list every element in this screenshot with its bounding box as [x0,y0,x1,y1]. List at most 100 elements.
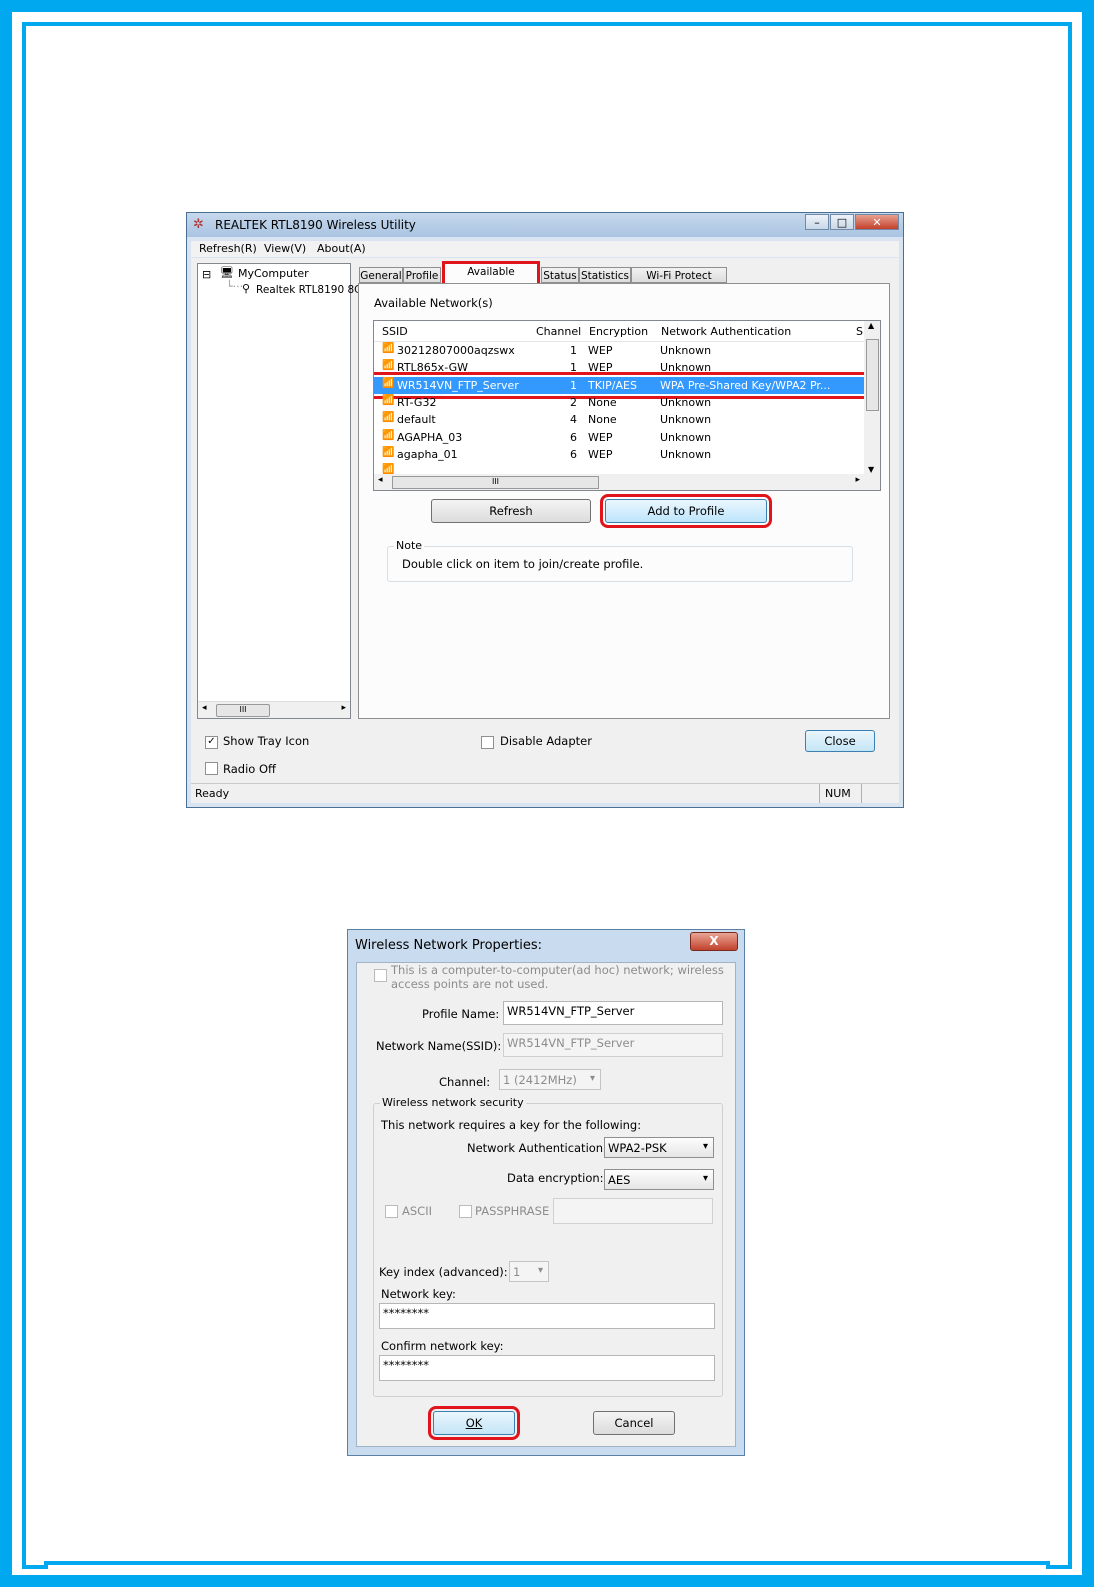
list-scroll-left-icon[interactable]: ◂ [378,475,383,485]
encryption-dropdown-icon: ▾ [702,1173,708,1184]
row-channel: 1 [570,378,577,392]
close-window-button[interactable]: ✕ [855,214,899,230]
network-list[interactable]: SSID Channel Encryption Network Authenti… [373,320,881,491]
window-title: REALTEK RTL8190 Wireless Utility [215,218,416,232]
network-authentication-value: WPA2-PSK [608,1141,667,1155]
row-channel: 4 [570,413,577,427]
minimize-button[interactable]: – [805,214,829,230]
ascii-label: ASCII [402,1204,432,1218]
confirm-network-key-label: Confirm network key: [381,1339,504,1353]
row-encryption: TKIP/AES [588,378,637,392]
realtek-app-icon: ✲ [193,217,204,232]
radio-off-checkbox[interactable] [205,762,218,775]
list-hscroll-thumb[interactable]: III [392,476,599,489]
device-tree[interactable]: ⊟ 🖥 MyComputer └··· ⚲ Realtek RTL8190 8C… [197,263,362,719]
show-tray-icon-checkbox[interactable]: ✓ [205,736,218,749]
disable-adapter-label: Disable Adapter [500,734,592,748]
key-index-value: 1 [513,1265,521,1279]
scroll-up-arrow-icon[interactable]: ▲ [868,321,874,330]
row-ssid: RTL865x-GW [397,361,468,375]
row-ssid: WR514VN_FTP_Server [397,378,519,392]
column-encryption[interactable]: Encryption [589,325,648,338]
data-encryption-select[interactable]: AES ▾ [604,1169,714,1190]
title-bar[interactable]: ✲ REALTEK RTL8190 Wireless Utility – □ ✕ [187,213,903,237]
tree-item-adapter[interactable]: Realtek RTL8190 8C [256,284,362,296]
confirm-network-key-input[interactable]: ******** [379,1355,715,1381]
cancel-button[interactable]: Cancel [593,1411,675,1435]
tree-item-mycomputer[interactable]: MyComputer [238,267,309,280]
row-auth: Unknown [660,430,712,444]
passphrase-label: PASSPHRASE [475,1204,550,1218]
row-auth: Unknown [660,395,712,409]
note-group: Note Double click on item to join/create… [387,539,853,582]
page-frame-corner-tl [22,22,48,48]
note-title: Note [394,539,425,552]
tree-scroll-thumb[interactable]: III [216,704,270,717]
network-row[interactable]: 📶 default 4 None Unknown [374,411,864,428]
network-row[interactable]: 📶 RTL865x-GW 1 WEP Unknown [374,359,864,376]
key-index-select[interactable]: 1 ▾ [509,1261,549,1282]
close-button[interactable]: Close [805,730,875,752]
network-row[interactable]: 📶 WR514VN_FTP_Server 1 TKIP/AES WPA Pre-Shar… [374,371,869,399]
column-s[interactable]: S [856,325,863,338]
row-encryption: WEP [588,447,613,461]
refresh-button[interactable]: Refresh [431,499,591,523]
page-frame-inner-right [1068,44,1072,1543]
tab-statistics[interactable]: Statistics [579,267,631,283]
list-horizontal-scrollbar[interactable]: ◂ III ▸ [374,474,880,490]
page-frame-inner-top [44,22,1050,26]
passphrase-checkbox[interactable] [459,1205,472,1218]
menu-view[interactable]: View(V) [264,242,306,255]
list-vertical-scrollbar[interactable]: ▲ ▼ [864,321,880,474]
scroll-right-arrow-icon[interactable]: ▸ [341,703,346,713]
dialog-close-button[interactable]: X [690,932,738,951]
column-channel[interactable]: Channel [536,325,581,338]
row-auth: Unknown [660,413,712,427]
wireless-signal-icon: 📶 [382,343,395,354]
channel-select[interactable]: 1 (2412MHz) ▾ [499,1069,601,1090]
profile-name-input[interactable]: WR514VN_FTP_Server [503,1001,723,1025]
network-row[interactable]: 📶 agapha_01 6 WEP Unknown [374,446,864,463]
network-row[interactable]: 📶 RT-G32 2 None Unknown [374,394,864,411]
show-tray-icon-label: Show Tray Icon [223,734,310,748]
row-channel: 2 [570,395,577,409]
page-frame-left [0,0,12,1587]
column-ssid[interactable]: SSID [382,325,408,338]
tab-general[interactable]: General [359,267,403,283]
scroll-down-arrow-icon[interactable]: ▼ [868,465,874,474]
status-bar: Ready NUM [191,783,899,803]
row-channel: 6 [570,430,577,444]
menu-about[interactable]: About(A) [317,242,366,255]
wireless-signal-icon: 📶 [382,412,395,424]
profile-name-label: Profile Name: [422,1007,500,1021]
tab-wifi-protect-setup[interactable]: Wi-Fi Protect Setup [631,267,727,298]
menu-refresh[interactable]: Refresh(R) [199,242,257,255]
network-authentication-select[interactable]: WPA2-PSK ▾ [604,1137,714,1158]
tab-available-network[interactable]: Available Network [442,261,540,294]
tab-profile[interactable]: Profile [403,267,441,283]
data-encryption-value: AES [608,1173,631,1187]
list-vscroll-thumb[interactable] [866,339,879,411]
page-frame-bottom [0,1575,1094,1587]
tree-collapse-icon[interactable]: ⊟ [202,268,211,281]
wireless-network-properties-dialog: Wireless Network Properties: X This is a… [347,929,745,1456]
add-to-profile-button[interactable]: Add to Profile [600,494,772,528]
ok-button[interactable]: OK [428,1406,520,1440]
scroll-left-arrow-icon[interactable]: ◂ [202,703,207,713]
adhoc-checkbox[interactable] [374,969,387,982]
passphrase-input[interactable] [553,1198,713,1224]
wireless-signal-icon: 📶 [382,360,395,372]
network-row[interactable]: 📶 30212807000aqzswx 1 WEP Unknown [374,342,864,359]
network-key-input[interactable]: ******** [379,1303,715,1329]
tab-status[interactable]: Status [541,267,579,283]
dialog-title-bar[interactable]: Wireless Network Properties: X [348,930,744,960]
network-name-input[interactable]: WR514VN_FTP_Server [503,1033,723,1057]
ascii-checkbox[interactable] [385,1205,398,1218]
list-header: SSID Channel Encryption Network Authenti… [374,321,864,342]
maximize-button[interactable]: □ [830,214,854,230]
disable-adapter-checkbox[interactable] [481,736,494,749]
list-scroll-right-icon[interactable]: ▸ [855,475,860,485]
column-network-authentication[interactable]: Network Authentication [661,325,791,338]
tree-horizontal-scrollbar[interactable]: ◂ III ▸ [198,701,350,718]
network-row[interactable]: 📶 AGAPHA_03 6 WEP Unknown [374,429,864,446]
